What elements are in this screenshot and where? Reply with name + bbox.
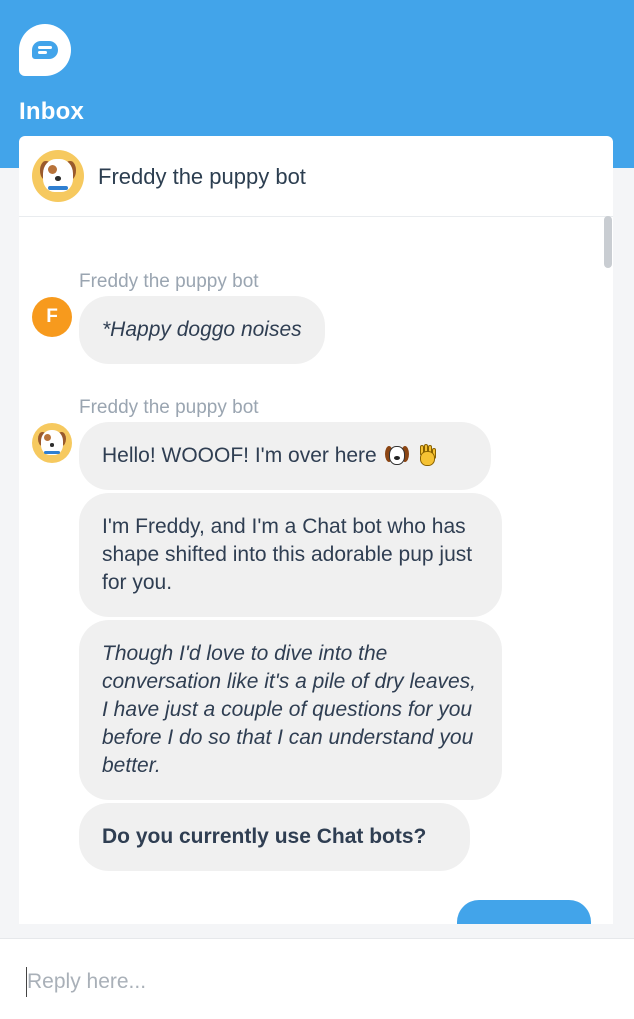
message-text: Hello! WOOOF! I'm over here	[102, 444, 377, 467]
avatar-letter: F	[32, 297, 72, 337]
message-bubble: Do you currently use Chat bots?	[79, 803, 470, 871]
sender-label: Freddy the puppy bot	[79, 271, 259, 292]
inbox-title: Inbox	[19, 98, 84, 125]
message-bubble: Hello! WOOOF! I'm over here	[79, 422, 491, 490]
message-list: Freddy the puppy bot F *Happy doggo nois…	[19, 217, 599, 924]
conversation-panel: Freddy the puppy bot Freddy the puppy bo…	[19, 136, 613, 924]
conversation-header: Freddy the puppy bot	[19, 136, 613, 217]
sender-label: Freddy the puppy bot	[79, 397, 259, 418]
message-bubble: I'm Freddy, and I'm a Chat bot who has s…	[79, 493, 502, 617]
waving-hand-emoji-icon	[415, 444, 439, 468]
message-bubble: Though I'd love to dive into the convers…	[79, 620, 502, 800]
reply-input[interactable]	[26, 967, 587, 997]
message-bubble: *Happy doggo noises	[79, 296, 325, 364]
conversation-title: Freddy the puppy bot	[98, 164, 306, 189]
reply-bar	[0, 938, 634, 1019]
dog-face-emoji-icon	[384, 444, 409, 468]
outgoing-message-bubble[interactable]	[457, 900, 591, 924]
puppy-avatar-icon	[32, 423, 72, 463]
scrollbar-thumb[interactable]	[604, 216, 612, 268]
chat-bubble-icon[interactable]	[19, 24, 71, 76]
puppy-avatar-icon	[32, 150, 84, 202]
